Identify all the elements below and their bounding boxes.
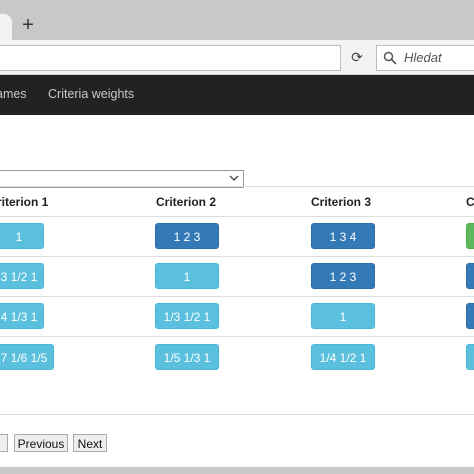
pagination-first-button[interactable] <box>0 434 8 452</box>
chevron-down-icon <box>229 175 239 181</box>
comparison-button[interactable]: 1 <box>0 223 44 249</box>
row-divider <box>0 216 474 217</box>
active-tab[interactable] <box>0 14 12 40</box>
comparison-button[interactable]: 7 1/6 1/5 <box>0 344 54 370</box>
reload-icon[interactable]: ⟳ <box>348 48 366 66</box>
tab-bar: + <box>0 0 474 40</box>
header-criterion-2: Criterion 2 <box>156 195 217 209</box>
nav-item-criteria-weights[interactable]: Criteria weights <box>48 87 134 101</box>
comparison-button[interactable]: 1 2 3 <box>311 263 375 289</box>
comparison-button[interactable] <box>466 263 474 289</box>
comparison-button[interactable] <box>466 223 474 249</box>
nav-item-games[interactable]: ames <box>0 87 27 101</box>
comparison-button[interactable]: 1/4 1/2 1 <box>311 344 375 370</box>
comparison-button[interactable] <box>466 344 474 370</box>
comparison-button[interactable]: 3 1/2 1 <box>0 263 44 289</box>
browser-toolbar: ⟳ Hledat <box>0 40 474 75</box>
search-icon <box>383 51 397 65</box>
header-criterion-3: Criterion 3 <box>311 195 372 209</box>
row-divider <box>0 256 474 257</box>
next-button[interactable]: Next <box>73 434 107 452</box>
previous-button[interactable]: Previous <box>14 434 68 452</box>
header-criterion-1: riterion 1 <box>0 195 49 209</box>
navbar: ames Criteria weights <box>0 75 474 115</box>
search-placeholder: Hledat <box>404 50 442 65</box>
search-box[interactable]: Hledat <box>376 45 474 71</box>
new-tab-button[interactable]: + <box>18 14 38 36</box>
comparison-button[interactable]: 1 3 4 <box>311 223 375 249</box>
comparison-button[interactable]: 1 <box>311 303 375 329</box>
comparison-button[interactable]: 1 <box>155 263 219 289</box>
header-criterion-4: C <box>466 195 474 209</box>
table-bottom-border <box>0 414 474 415</box>
table-top-border <box>0 186 474 187</box>
comparison-button[interactable] <box>466 303 474 329</box>
comparison-button[interactable]: 4 1/3 1 <box>0 303 44 329</box>
row-divider <box>0 336 474 337</box>
comparison-button[interactable]: 1/5 1/3 1 <box>155 344 219 370</box>
row-divider <box>0 296 474 297</box>
comparison-button[interactable]: 1 2 3 <box>155 223 219 249</box>
address-bar[interactable] <box>0 45 341 71</box>
window-bottom-edge <box>0 467 474 474</box>
comparison-button[interactable]: 1/3 1/2 1 <box>155 303 219 329</box>
